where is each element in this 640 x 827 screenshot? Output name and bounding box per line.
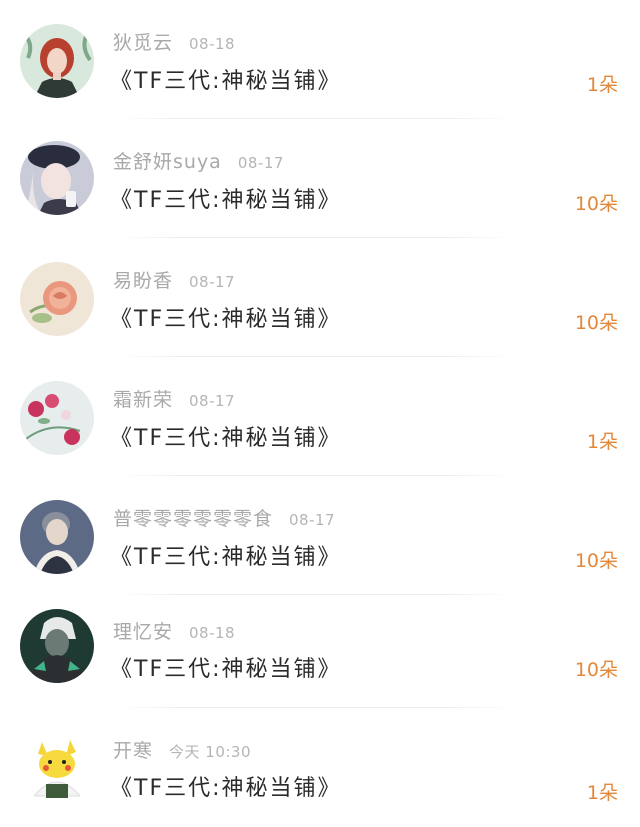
list-item[interactable]: 霜新荣 08-17 《TF三代:神秘当铺》 1朵 [0, 357, 640, 476]
item-title: 《TF三代:神秘当铺》 [110, 545, 342, 570]
avatar[interactable] [20, 609, 94, 683]
item-title: 《TF三代:神秘当铺》 [110, 657, 342, 682]
gift-count: 1朵 [586, 431, 618, 453]
item-meta: 霜新荣 08-17 [113, 385, 235, 411]
flowers-avatar [20, 381, 94, 455]
avatar[interactable] [20, 24, 94, 98]
item-date: 08-17 [189, 392, 236, 410]
red-haired-girl-avatar [20, 24, 94, 98]
gift-count: 10朵 [574, 193, 618, 215]
user-name: 普零零零零零零食 [113, 508, 274, 530]
pink-rose-avatar [20, 262, 94, 336]
pikachu-riceball-avatar [20, 730, 94, 804]
list-item[interactable]: 普零零零零零零食 08-17 《TF三代:神秘当铺》 10朵 [0, 476, 640, 595]
item-title: 《TF三代:神秘当铺》 [110, 776, 342, 801]
item-meta: 理忆安 08-18 [113, 617, 235, 643]
gift-count: 1朵 [586, 782, 618, 804]
user-name: 开寒 [113, 740, 154, 762]
user-name: 金舒妍suya [113, 151, 222, 173]
list-item[interactable]: 易盼香 08-17 《TF三代:神秘当铺》 10朵 [0, 238, 640, 357]
list-item[interactable]: 开寒 今天 10:30 《TF三代:神秘当铺》 1朵 [0, 708, 640, 827]
item-date: 08-17 [237, 154, 284, 172]
item-title: 《TF三代:神秘当铺》 [110, 426, 342, 451]
dark-character-avatar [20, 609, 94, 683]
gift-count: 10朵 [574, 312, 618, 334]
gift-count: 1朵 [586, 74, 618, 96]
item-date: 08-18 [189, 624, 236, 642]
user-name: 易盼香 [113, 270, 174, 292]
item-meta: 普零零零零零零食 08-17 [113, 504, 335, 530]
item-title: 《TF三代:神秘当铺》 [110, 188, 342, 213]
avatar[interactable] [20, 141, 94, 215]
list-item[interactable]: 金舒妍suya 08-17 《TF三代:神秘当铺》 10朵 [0, 119, 640, 238]
user-name: 霜新荣 [113, 389, 174, 411]
avatar[interactable] [20, 262, 94, 336]
avatar[interactable] [20, 500, 94, 574]
item-date: 08-17 [289, 511, 336, 529]
user-name: 狄觅云 [113, 32, 174, 54]
item-title: 《TF三代:神秘当铺》 [110, 69, 342, 94]
list-item[interactable]: 狄觅云 08-18 《TF三代:神秘当铺》 1朵 [0, 0, 640, 119]
item-meta: 开寒 今天 10:30 [113, 736, 251, 762]
item-date: 08-18 [189, 35, 236, 53]
item-date: 今天 10:30 [169, 743, 252, 761]
item-date: 08-17 [189, 273, 236, 291]
user-name: 理忆安 [113, 621, 174, 643]
item-title: 《TF三代:神秘当铺》 [110, 307, 342, 332]
gift-count: 10朵 [574, 550, 618, 572]
gift-count: 10朵 [574, 659, 618, 681]
item-meta: 易盼香 08-17 [113, 266, 235, 292]
item-meta: 狄觅云 08-18 [113, 28, 235, 54]
item-meta: 金舒妍suya 08-17 [113, 147, 284, 173]
avatar[interactable] [20, 730, 94, 804]
list-item[interactable]: 理忆安 08-18 《TF三代:神秘当铺》 10朵 [0, 595, 640, 714]
portrait-avatar [20, 500, 94, 574]
avatar[interactable] [20, 381, 94, 455]
girl-with-beret-avatar [20, 141, 94, 215]
gift-list: 狄觅云 08-18 《TF三代:神秘当铺》 1朵 金舒妍suya 08-17 《TF… [0, 0, 640, 822]
